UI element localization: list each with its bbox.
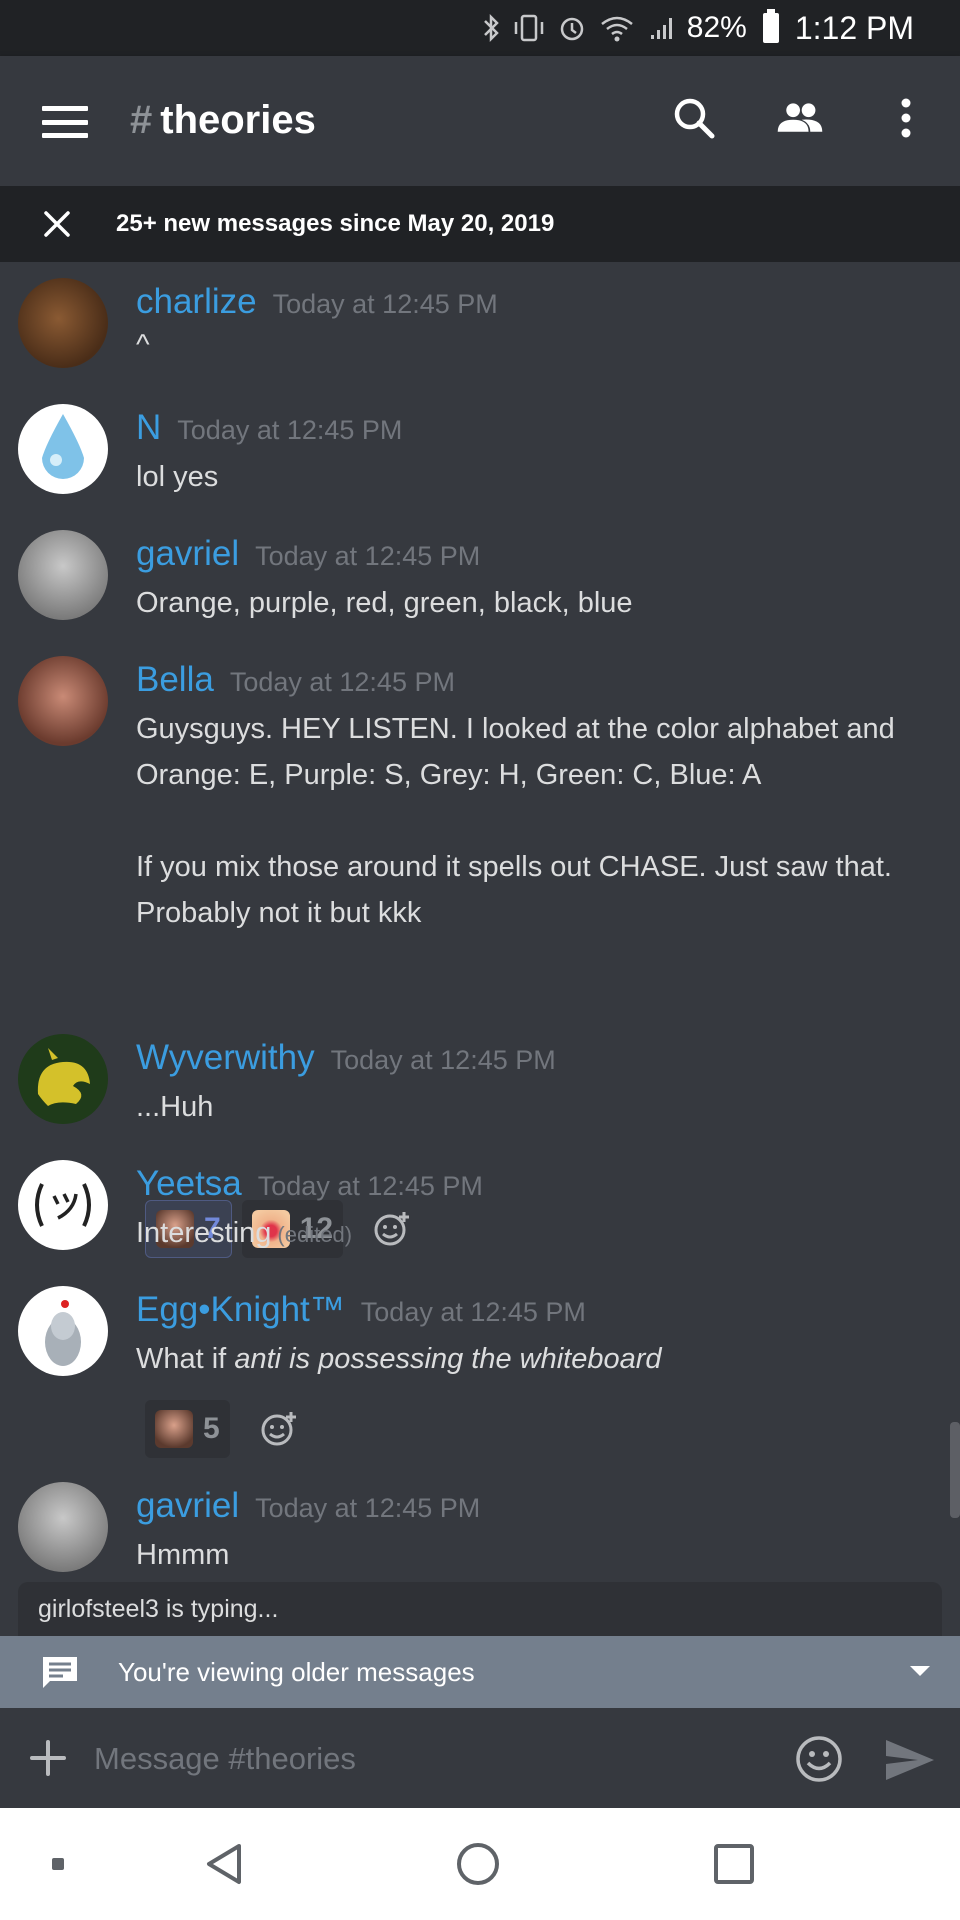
edited-tag: (edited) — [277, 1222, 353, 1247]
username[interactable]: Egg•Knight™ — [136, 1290, 345, 1330]
timestamp: Today at 12:45 PM — [229, 667, 455, 697]
message-composer — [0, 1708, 960, 1808]
chevron-down-icon[interactable] — [910, 1666, 930, 1676]
reaction[interactable]: 5 — [145, 1400, 230, 1458]
bluetooth-icon — [483, 13, 501, 43]
new-messages-text: 25+ new messages since May 20, 2019 — [116, 210, 555, 237]
avatar[interactable] — [18, 1286, 108, 1376]
home-icon[interactable] — [457, 1843, 499, 1885]
username[interactable]: N — [136, 408, 161, 448]
message-text: Interesting (edited) — [136, 1210, 936, 1258]
message-list: charlize Today at 12:45 PM ^ N Today at … — [0, 262, 960, 1582]
battery-icon — [762, 9, 779, 43]
message-text: lol yes — [136, 461, 219, 493]
username[interactable]: Yeetsa — [136, 1164, 242, 1204]
timestamp: Today at 12:45 PM — [360, 1297, 586, 1327]
clock: 1:12 PM — [794, 9, 914, 46]
message-text: ...Huh — [136, 1091, 214, 1123]
members-icon[interactable] — [776, 94, 824, 142]
battery-percent: 82% — [686, 11, 747, 44]
timestamp: Today at 12:45 PM — [257, 1171, 483, 1201]
emoji-icon[interactable] — [794, 1734, 844, 1784]
username[interactable]: charlize — [136, 282, 257, 322]
typing-indicator: girlofsteel3 is typing... — [18, 1582, 942, 1636]
signal-icon — [647, 13, 677, 43]
username[interactable]: Wyverwithy — [136, 1038, 315, 1078]
timestamp: Today at 12:45 PM — [177, 415, 403, 445]
message-line: Interesting — [136, 1217, 272, 1249]
recents-icon[interactable] — [714, 1844, 754, 1884]
channel-title: # theories — [130, 98, 316, 143]
channel-name: theories — [160, 98, 316, 142]
vibrate-icon — [513, 13, 545, 43]
message-input[interactable] — [94, 1734, 774, 1784]
search-icon[interactable] — [670, 94, 718, 142]
avatar[interactable] — [18, 530, 108, 620]
header-actions — [670, 94, 930, 142]
message-text: What if anti is possessing the whiteboar… — [136, 1336, 936, 1382]
message-text: Hmmm — [136, 1539, 230, 1571]
message-line: If you mix those around it spells out CH… — [136, 851, 892, 883]
channel-header: # theories — [0, 56, 960, 186]
avatar[interactable] — [18, 1160, 108, 1250]
menu-icon[interactable] — [42, 106, 88, 138]
back-icon[interactable] — [204, 1842, 244, 1886]
message-icon — [43, 1657, 77, 1688]
more-vert-icon[interactable] — [882, 94, 930, 142]
timestamp: Today at 12:45 PM — [330, 1045, 556, 1075]
message-text: Orange, purple, red, green, black, blue — [136, 587, 633, 619]
avatar[interactable] — [18, 278, 108, 368]
timestamp: Today at 12:45 PM — [272, 289, 498, 319]
send-icon[interactable] — [884, 1738, 936, 1782]
reactions: 5 — [145, 1400, 304, 1458]
avatar[interactable] — [18, 404, 108, 494]
older-messages-bar[interactable]: You're viewing older messages — [0, 1636, 960, 1708]
nav-indicator-icon — [52, 1858, 64, 1870]
message-line: Guysguys. HEY LISTEN. I looked at the co… — [136, 713, 895, 745]
message-text-italic: anti is possessing the whiteboard — [234, 1343, 662, 1375]
avatar[interactable] — [18, 1034, 108, 1124]
avatar[interactable] — [18, 656, 108, 746]
status-bar: 82% 1:12 PM — [0, 0, 960, 56]
timestamp: Today at 12:45 PM — [255, 541, 481, 571]
wifi-icon — [599, 13, 635, 43]
plus-icon[interactable] — [28, 1738, 68, 1778]
message-line: Orange: E, Purple: S, Grey: H, Green: C,… — [136, 759, 762, 791]
message-text-plain: What if — [136, 1343, 235, 1375]
avatar[interactable] — [18, 1482, 108, 1572]
username[interactable]: gavriel — [136, 534, 239, 574]
channel-hash: # — [130, 98, 153, 142]
status-icons — [483, 13, 677, 43]
older-messages-text: You're viewing older messages — [118, 1656, 475, 1687]
username[interactable]: Bella — [136, 660, 214, 700]
message-text: ^ — [136, 329, 150, 361]
alarm-icon — [557, 13, 587, 43]
face-emoji-icon — [155, 1410, 193, 1448]
message-text: Guysguys. HEY LISTEN. I looked at the co… — [136, 706, 936, 936]
system-nav-bar — [0, 1808, 960, 1920]
add-reaction-icon[interactable] — [254, 1400, 304, 1458]
username[interactable]: gavriel — [136, 1486, 239, 1526]
scrollbar-thumb[interactable] — [950, 1422, 960, 1518]
timestamp: Today at 12:45 PM — [255, 1493, 481, 1523]
new-messages-banner[interactable]: 25+ new messages since May 20, 2019 — [0, 186, 960, 262]
reaction-count: 5 — [203, 1412, 220, 1445]
close-icon[interactable] — [22, 186, 92, 262]
message-line: Probably not it but kkk — [136, 897, 422, 929]
